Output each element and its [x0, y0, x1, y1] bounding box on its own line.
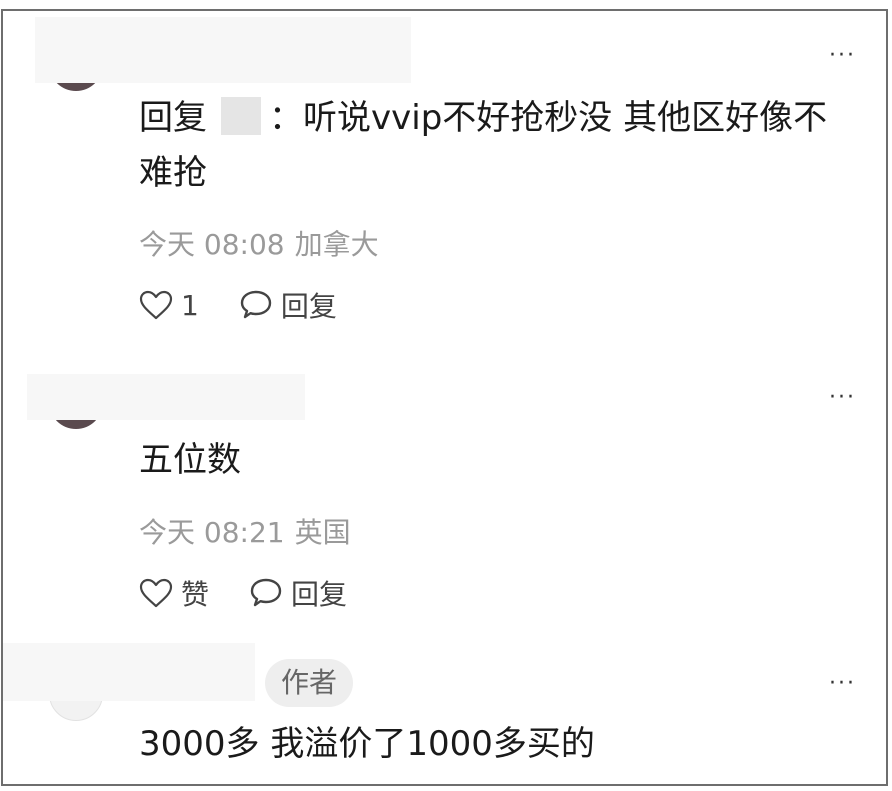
redacted-username	[27, 374, 305, 420]
comment-meta: 今天 08:21 英国	[139, 511, 351, 551]
more-options-button[interactable]: ···	[829, 673, 856, 695]
comment-actions: 赞 回复	[139, 573, 347, 613]
comment-body: 3000多 我溢价了1000多买的	[139, 724, 595, 764]
comment-location: 英国	[294, 516, 351, 549]
comment-location: 加拿大	[294, 228, 379, 261]
more-options-button[interactable]: ···	[829, 45, 856, 67]
reply-prefix: 回复	[139, 98, 207, 138]
speech-bubble-icon	[239, 289, 273, 321]
comment-body: 五位数	[139, 440, 241, 480]
like-label: 赞	[181, 578, 210, 611]
redacted-username	[3, 643, 255, 701]
reply-label: 回复	[291, 578, 348, 611]
comment-list: ··· 回复 ：听说vvip不好抢秒没 其他区好像不难抢 今天 08:08 加拿大 …	[1, 9, 888, 786]
comment-text: 回复 ：听说vvip不好抢秒没 其他区好像不难抢	[139, 91, 846, 201]
reply-button[interactable]: 回复	[239, 285, 337, 325]
more-options-button[interactable]: ···	[829, 387, 856, 409]
reply-label: 回复	[280, 290, 337, 323]
heart-outline-icon	[139, 290, 173, 320]
comment-item: 作者 ··· 3000多 我溢价了1000多买的	[3, 641, 886, 784]
like-button[interactable]: 赞	[139, 573, 209, 613]
redacted-mention	[221, 97, 261, 135]
comment-meta: 今天 08:08 加拿大	[139, 223, 379, 263]
comment-actions: 1 回复	[139, 285, 337, 325]
reply-button[interactable]: 回复	[249, 573, 347, 613]
like-count: 1	[181, 288, 199, 322]
comment-time: 今天 08:08	[139, 228, 285, 261]
comment-text: 3000多 我溢价了1000多买的	[139, 717, 846, 772]
author-badge: 作者	[265, 659, 354, 707]
comment-item: ··· 五位数 今天 08:21 英国 赞 回复	[3, 351, 886, 641]
heart-outline-icon	[139, 578, 173, 608]
redacted-username	[35, 17, 411, 83]
speech-bubble-icon	[249, 577, 283, 609]
like-button[interactable]: 1	[139, 289, 199, 322]
comment-text: 五位数	[139, 433, 846, 488]
comment-time: 今天 08:21	[139, 516, 285, 549]
comment-item: ··· 回复 ：听说vvip不好抢秒没 其他区好像不难抢 今天 08:08 加拿大 …	[3, 11, 886, 351]
